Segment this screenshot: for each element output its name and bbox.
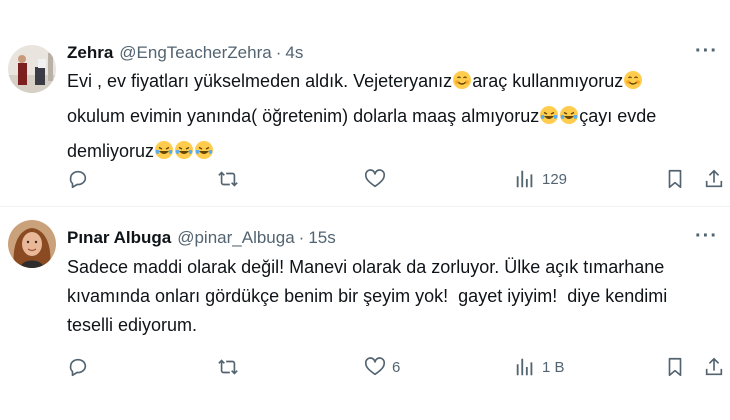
more-horizontal-icon[interactable]: ··· [695,225,718,248]
tweet-actions: 6 1 B [67,354,727,380]
reply-icon [69,170,87,189]
text-segment: araç kullanmıyoruz [472,71,624,91]
reply-button[interactable] [67,354,95,380]
text-segment: çayı evde [579,106,657,126]
avatar[interactable] [8,45,56,93]
share-button[interactable] [703,354,725,380]
tweet-text-line: Sadece maddi olarak değil! Manevi olarak… [67,257,665,277]
tweet-text-line: kıvamında onları gördükçe benim bir şeyi… [67,286,668,306]
views-chart-icon [516,358,533,376]
share-button[interactable] [703,166,725,192]
tweet-text-line: Evi , ev fiyatları yükselmeden aldık. Ve… [67,67,722,102]
bookmark-button[interactable] [664,354,686,380]
smiling-face-emoji-icon: ☺ [623,71,643,91]
tweet-text: Evi , ev fiyatları yükselmeden aldık. Ve… [67,67,722,172]
separator-dot: · [275,43,282,62]
retweet-icon [218,359,238,375]
reply-icon [69,358,87,377]
views-count: 1 B [542,358,565,376]
heart-icon [365,169,385,188]
heart-icon [365,357,385,376]
like-button[interactable]: 6 [364,354,400,380]
more-horizontal-icon[interactable]: ··· [695,40,718,63]
like-button[interactable] [364,166,392,192]
share-icon [705,357,723,376]
tweet[interactable]: Pınar Albuga @pinar_Albuga · 15s ··· Sad… [0,207,730,420]
text-segment: demliyoruz [67,141,155,161]
tweet-text-line: teselli ediyorum. [67,315,198,335]
tweet-header: Zehra @EngTeacherZehra · 4s [67,43,303,63]
text-segment: okulum evimin yanında( öğretenim) dolarl… [67,106,540,126]
tweet[interactable]: Zehra @EngTeacherZehra · 4s ··· Evi , ev… [0,0,730,206]
tweet-text-line: okulum evimin yanında( öğretenim) dolarl… [67,102,722,137]
author-handle[interactable]: @EngTeacherZehra [119,43,271,63]
text-segment: Evi , ev fiyatları yükselmeden aldık. Ve… [67,71,453,91]
views-count: 129 [542,170,568,188]
views-button[interactable]: 129 [514,166,567,192]
reply-button[interactable] [67,166,95,192]
retweet-button[interactable] [217,354,245,380]
timestamp[interactable]: 15s [308,228,335,248]
author-handle[interactable]: @pinar_Albuga [177,228,294,248]
share-icon [705,169,723,188]
bookmark-icon [668,169,682,189]
timestamp[interactable]: 4s [285,43,303,63]
tweet-actions: 129 [67,166,727,192]
author-name[interactable]: Pınar Albuga [67,228,171,248]
like-count: 6 [392,358,401,376]
tears-of-joy-emoji-icon: 😂😂😂 [154,141,214,161]
bookmark-icon [668,357,682,377]
avatar[interactable] [8,220,56,268]
bookmark-button[interactable] [664,166,686,192]
views-chart-icon [516,170,533,188]
retweet-icon [218,171,238,187]
separator-dot: · [298,228,305,247]
views-button[interactable]: 1 B [514,354,565,380]
smiling-face-emoji-icon: ☺ [452,71,472,91]
tears-of-joy-emoji-icon: 😂😂 [539,106,579,126]
author-name[interactable]: Zehra [67,43,113,63]
retweet-button[interactable] [217,166,245,192]
tweet-text: Sadece maddi olarak değil! Manevi olarak… [67,253,722,340]
tweet-header: Pınar Albuga @pinar_Albuga · 15s [67,228,336,248]
